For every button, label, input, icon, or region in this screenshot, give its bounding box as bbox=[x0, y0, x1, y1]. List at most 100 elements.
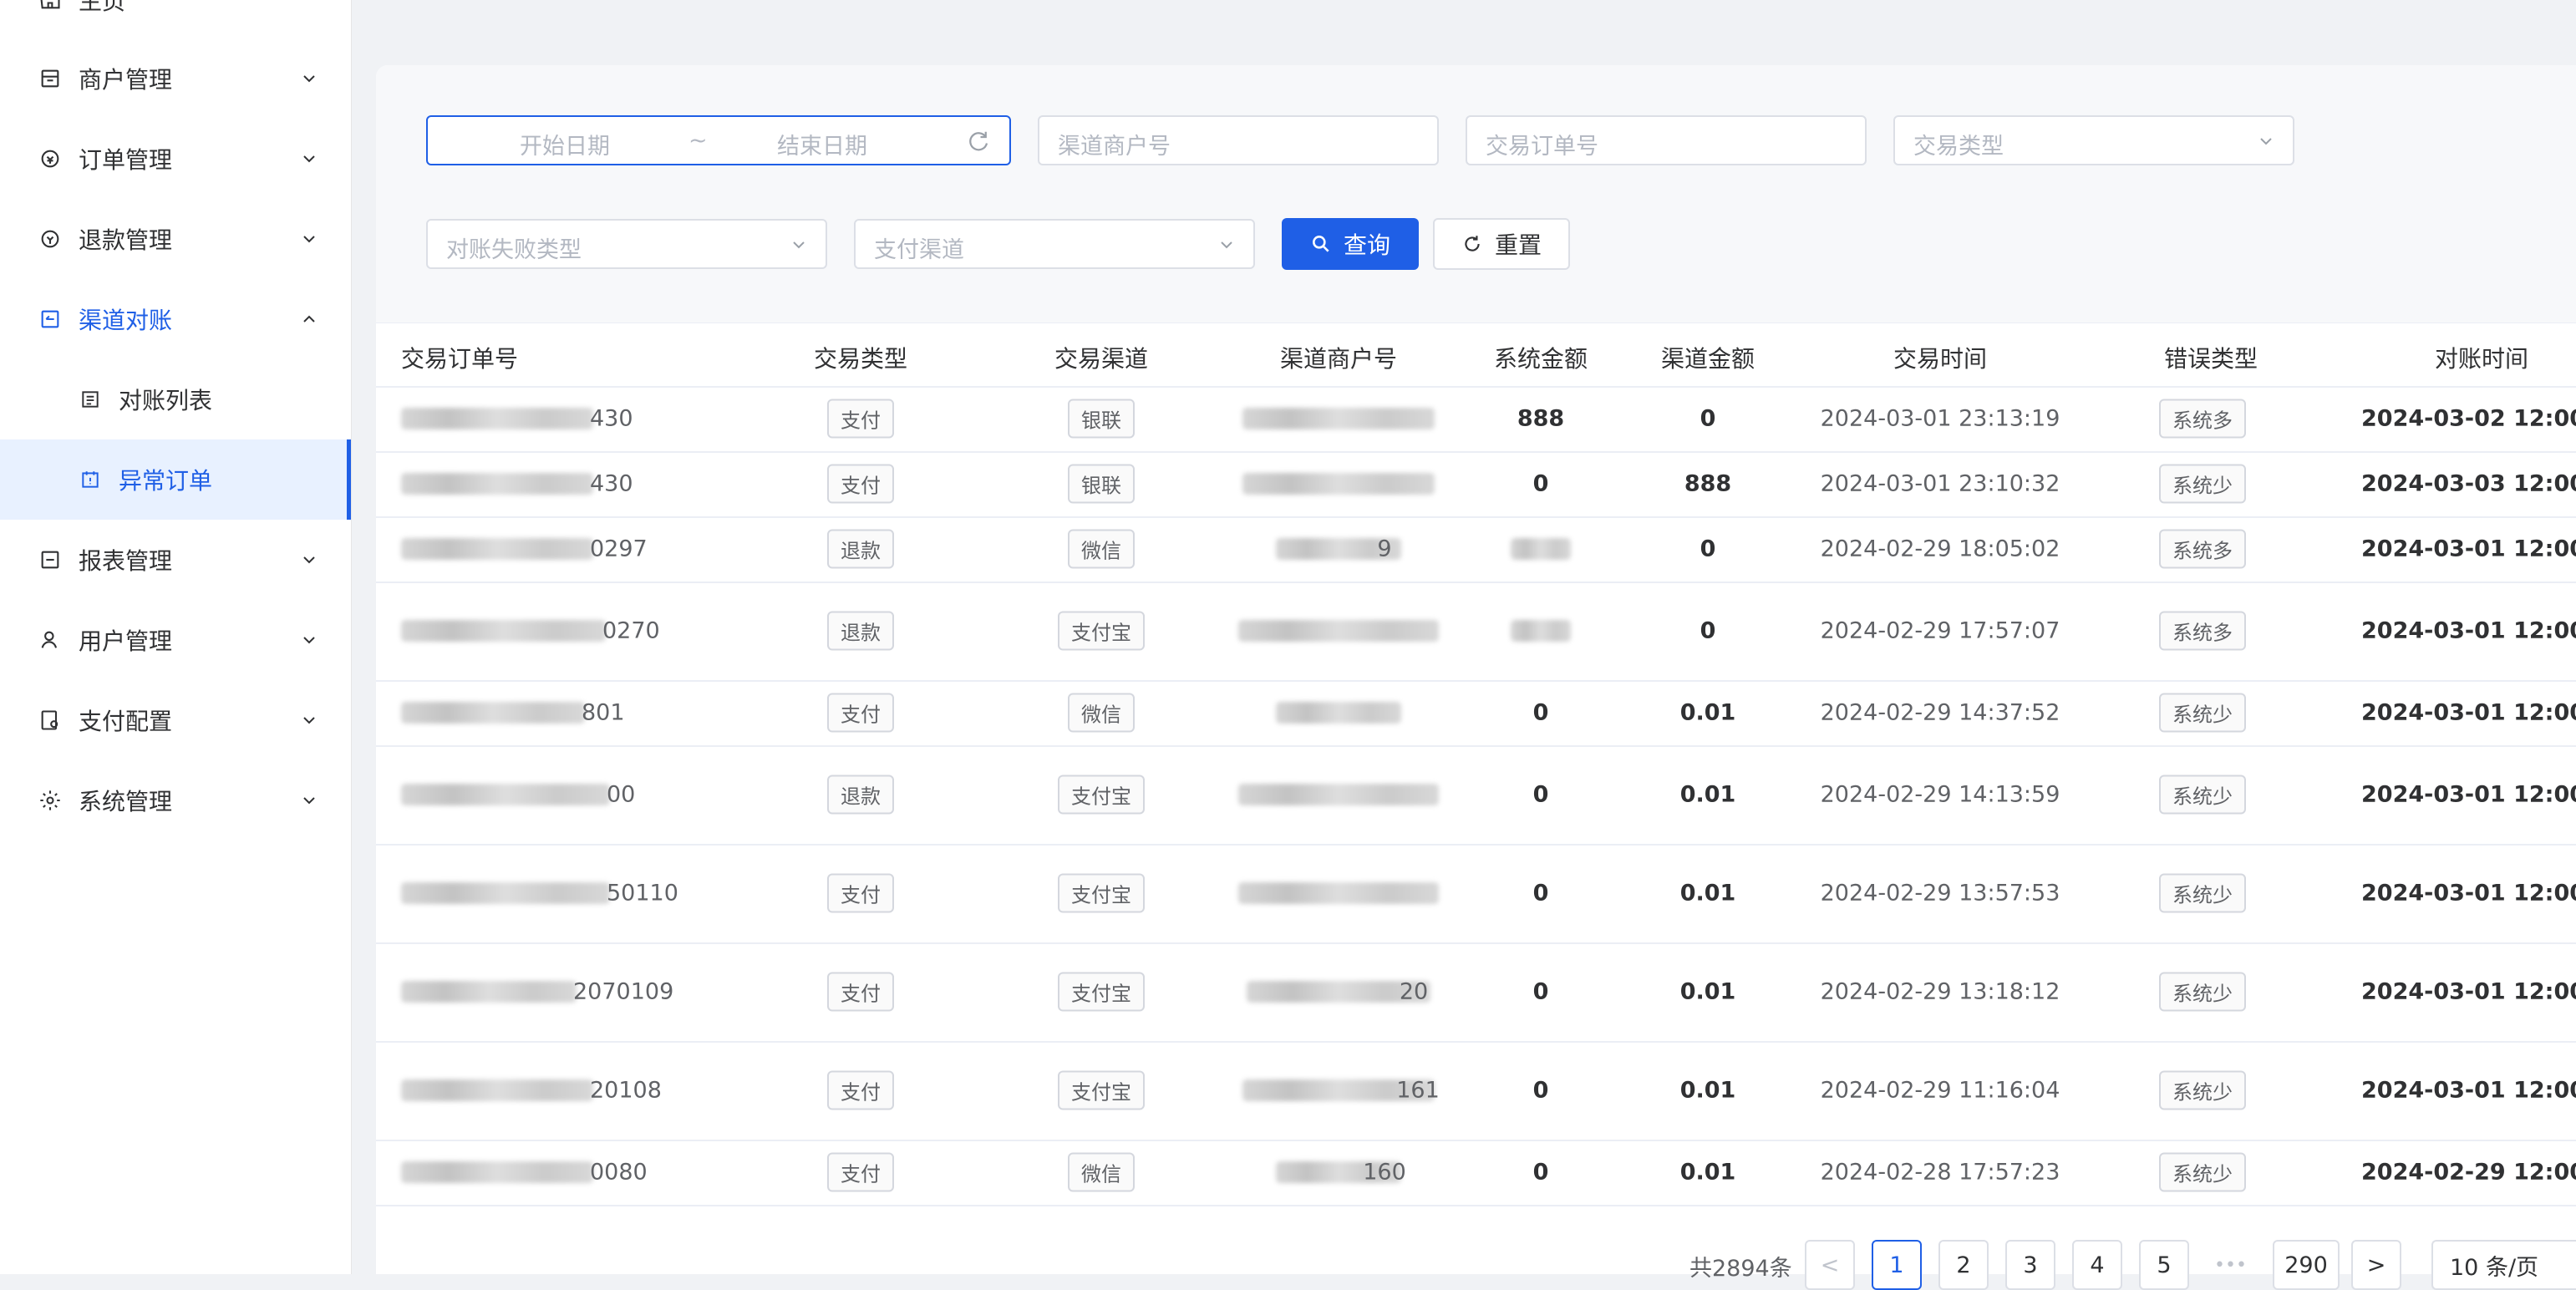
column-header: 系统金额 bbox=[1493, 345, 1588, 373]
pay-channel-select[interactable]: 支付渠道 bbox=[854, 219, 1255, 269]
channel-tag: 微信 bbox=[1068, 1152, 1135, 1192]
redacted-text bbox=[401, 473, 593, 495]
order-no-cell: 00 bbox=[607, 781, 636, 808]
sidebar-item-system[interactable]: 系统管理 bbox=[0, 760, 351, 841]
last-page-button[interactable]: 290 bbox=[2273, 1240, 2340, 1290]
payment-config-icon bbox=[37, 707, 64, 734]
home-icon bbox=[37, 0, 64, 13]
calendar-alert-icon bbox=[77, 466, 104, 493]
chevron-up-icon bbox=[303, 315, 315, 322]
row-divider bbox=[376, 745, 2576, 747]
trade-type-select[interactable]: 交易类型 bbox=[1893, 115, 2294, 165]
channel-tag: 微信 bbox=[1068, 529, 1135, 569]
row-divider bbox=[376, 451, 2576, 453]
sidebar-item-abnormal-orders[interactable]: 异常订单 bbox=[0, 439, 351, 520]
row-divider bbox=[376, 680, 2576, 682]
column-header: 交易订单号 bbox=[401, 345, 519, 373]
query-button[interactable]: 查询 bbox=[1282, 218, 1419, 270]
sidebar-item-recon-list[interactable]: 对账列表 bbox=[0, 359, 351, 439]
sidebar-item-orders[interactable]: 订单管理 bbox=[0, 119, 351, 199]
channel-tag: 支付宝 bbox=[1058, 611, 1145, 651]
channel-merchant-no-input[interactable]: 渠道商户号 bbox=[1038, 115, 1439, 165]
page-button[interactable]: 3 bbox=[2005, 1240, 2055, 1290]
row-divider bbox=[376, 582, 2576, 583]
date-range-picker[interactable]: 开始日期 ~ 结束日期 bbox=[426, 115, 1011, 165]
page-button[interactable]: 5 bbox=[2139, 1240, 2189, 1290]
reset-button[interactable]: 重置 bbox=[1433, 218, 1570, 270]
order-no-cell: 430 bbox=[590, 405, 633, 432]
merchant-no-cell: 160 bbox=[1363, 1159, 1406, 1186]
sidebar-item-refunds[interactable]: 退款管理 bbox=[0, 199, 351, 279]
row-divider bbox=[376, 844, 2576, 846]
row-divider bbox=[376, 1041, 2576, 1043]
end-date-input[interactable]: 结束日期 bbox=[777, 128, 867, 160]
order-no-cell: 2070109 bbox=[573, 978, 674, 1005]
trade-type-tag: 支付 bbox=[827, 399, 894, 439]
page-button[interactable]: 2 bbox=[1938, 1240, 1989, 1290]
trade-type-tag: 支付 bbox=[827, 464, 894, 504]
redacted-text bbox=[401, 882, 610, 904]
row-divider bbox=[376, 1140, 2576, 1141]
start-date-input[interactable]: 开始日期 bbox=[520, 128, 610, 160]
order-no-cell: 50110 bbox=[607, 880, 678, 907]
sidebar-item-label: 渠道对账 bbox=[79, 307, 173, 334]
sidebar-item-merchant[interactable]: 商户管理 bbox=[0, 38, 351, 119]
error-type-tag: 系统少 bbox=[2159, 464, 2246, 504]
page-size-select[interactable]: 10 条/页 bbox=[2431, 1240, 2576, 1290]
channel-amount-cell: 0.01 bbox=[1679, 781, 1736, 808]
recon-time-cell: 2024-03-01 12:00: bbox=[2361, 617, 2576, 644]
reconcile-icon bbox=[37, 306, 64, 333]
row-divider bbox=[376, 1205, 2576, 1206]
trade-time-cell: 2024-02-29 11:16:04 bbox=[1820, 1077, 2060, 1104]
pagination-ellipsis[interactable]: ••• bbox=[2214, 1255, 2247, 1276]
trade-order-no-input[interactable]: 交易订单号 bbox=[1466, 115, 1867, 165]
channel-amount-cell: 0.01 bbox=[1679, 880, 1736, 907]
sidebar-item-label: 对账列表 bbox=[119, 387, 213, 414]
recon-fail-type-select[interactable]: 对账失败类型 bbox=[426, 219, 827, 269]
sidebar-item-channel-recon[interactable]: 渠道对账 bbox=[0, 279, 351, 359]
recon-time-cell: 2024-03-01 12:00: bbox=[2361, 536, 2576, 562]
chevron-down-icon bbox=[793, 241, 805, 249]
next-page-button[interactable]: > bbox=[2351, 1240, 2401, 1290]
order-icon bbox=[37, 145, 64, 172]
page-button[interactable]: 4 bbox=[2072, 1240, 2122, 1290]
order-no-cell: 20108 bbox=[590, 1077, 662, 1104]
sidebar-item-label: 商户管理 bbox=[79, 66, 173, 94]
system-amount-cell: 0 bbox=[1532, 1077, 1549, 1104]
system-amount-cell: 0 bbox=[1532, 470, 1549, 497]
system-amount-cell: 888 bbox=[1517, 405, 1565, 432]
sidebar-item-reports[interactable]: 报表管理 bbox=[0, 520, 351, 600]
sidebar-item-label: 异常订单 bbox=[119, 467, 213, 495]
redacted-text bbox=[401, 702, 585, 724]
recon-time-cell: 2024-03-01 12:00: bbox=[2361, 880, 2576, 907]
sidebar-item-label: 系统管理 bbox=[79, 788, 173, 815]
sidebar-item-users[interactable]: 用户管理 bbox=[0, 600, 351, 680]
sidebar-item-home[interactable]: 主页 bbox=[0, 0, 351, 40]
search-icon bbox=[1313, 236, 1329, 252]
trade-type-tag: 退款 bbox=[827, 529, 894, 569]
trade-type-tag: 支付 bbox=[827, 972, 894, 1012]
refresh-icon[interactable] bbox=[966, 129, 991, 154]
redacted-text bbox=[1242, 473, 1435, 495]
chevron-down-icon bbox=[303, 75, 315, 83]
trade-type-tag: 支付 bbox=[827, 873, 894, 913]
trade-type-tag: 支付 bbox=[827, 1152, 894, 1192]
error-type-tag: 系统少 bbox=[2159, 873, 2246, 913]
prev-page-button[interactable]: < bbox=[1805, 1240, 1855, 1290]
redacted-text bbox=[1242, 408, 1435, 429]
sidebar-item-pay-config[interactable]: 支付配置 bbox=[0, 680, 351, 760]
sidebar-item-label: 支付配置 bbox=[79, 708, 173, 735]
page-button[interactable]: 1 bbox=[1872, 1240, 1922, 1290]
user-icon bbox=[37, 627, 64, 653]
redacted-text bbox=[1511, 538, 1571, 560]
redacted-text bbox=[401, 538, 593, 560]
redacted-text bbox=[1276, 702, 1401, 724]
error-type-tag: 系统多 bbox=[2159, 399, 2246, 439]
redacted-text bbox=[401, 1161, 593, 1183]
merchant-no-cell: 20 bbox=[1399, 978, 1429, 1005]
redacted-text bbox=[1238, 620, 1439, 642]
sidebar-item-label: 用户管理 bbox=[79, 627, 173, 655]
sidebar-item-label: 退款管理 bbox=[79, 226, 173, 254]
chevron-down-icon bbox=[303, 155, 315, 163]
trade-time-cell: 2024-03-01 23:13:19 bbox=[1820, 405, 2060, 432]
